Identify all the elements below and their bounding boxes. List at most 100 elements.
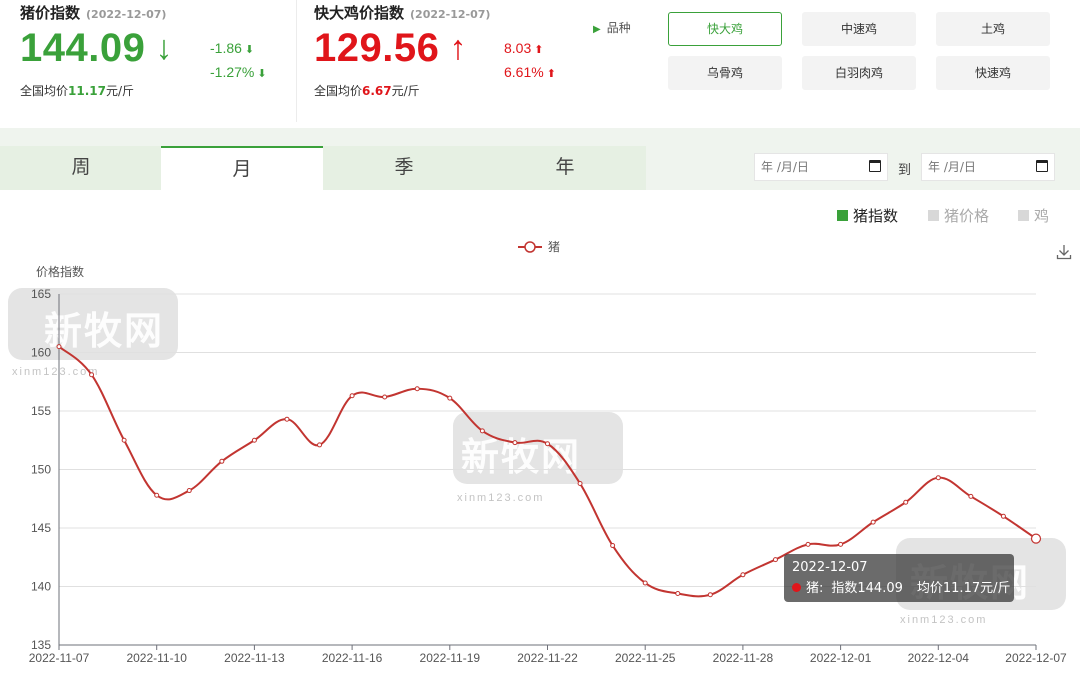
y-tick-label: 135 (31, 638, 51, 652)
variety-button-kuaisu[interactable]: 快速鸡 (936, 56, 1050, 90)
start-date-placeholder: 年 /月/日 (761, 160, 809, 174)
x-tick-label: 2022-11-07 (29, 651, 90, 665)
chicken-change-pct: 6.61% ⬆ (504, 64, 556, 80)
chicken-index-value: 129.56 ↑ (314, 26, 467, 71)
toggle-chicken-label: 鸡 (1034, 207, 1050, 225)
arrow-down-icon: ↓ (155, 29, 173, 67)
variety-label-text: 品种 (606, 21, 631, 35)
end-date-input[interactable]: 年 /月/日 (921, 153, 1055, 181)
variety-button-baiyu[interactable]: 白羽肉鸡 (802, 56, 916, 90)
chicken-avg-value: 6.67 (362, 84, 392, 98)
x-tick-label: 2022-12-01 (810, 651, 872, 665)
chicken-index-number: 129.56 (314, 26, 440, 70)
x-tick-label: 2022-11-13 (224, 651, 285, 665)
y-axis-label: 价格指数 (36, 264, 84, 279)
toggle-swatch (928, 210, 939, 221)
tooltip-date: 2022-12-07 (792, 560, 868, 575)
legend-marker (524, 241, 536, 253)
tab-week[interactable]: 周 (0, 146, 162, 190)
start-date-input[interactable]: 年 /月/日 (754, 153, 888, 181)
pig-change-pct: -1.27% ⬇ (210, 64, 267, 80)
x-tick-label: 2022-11-28 (713, 651, 774, 665)
data-point (186, 488, 192, 494)
arrow-up-icon: ↑ (449, 29, 467, 67)
variety-button-kuaida[interactable]: 快大鸡 (668, 12, 782, 46)
data-point (740, 572, 746, 578)
pig-card-title-text: 猪价指数 (20, 4, 81, 22)
data-point (675, 591, 681, 597)
data-point (707, 592, 713, 598)
x-tick-label: 2022-12-04 (908, 651, 970, 665)
chicken-card-date: (2022-12-07) (410, 8, 491, 21)
data-point (935, 475, 941, 481)
y-tick-label: 145 (31, 521, 51, 535)
x-tick-label: 2022-12-07 (1005, 651, 1067, 665)
variety-button-wugu[interactable]: 乌骨鸡 (668, 56, 782, 90)
data-point (414, 386, 420, 392)
arrow-up-icon: ⬆ (534, 44, 544, 56)
data-point (56, 344, 62, 350)
data-point (447, 395, 453, 401)
calendar-icon[interactable] (1036, 160, 1048, 172)
data-point (154, 492, 160, 498)
chicken-change-abs-value: 8.03 (504, 40, 532, 56)
tab-year[interactable]: 年 (484, 146, 646, 190)
data-point (317, 442, 323, 448)
x-tick-label: 2022-11-25 (615, 651, 676, 665)
x-tick-label: 2022-11-19 (420, 651, 481, 665)
data-point (512, 440, 518, 446)
period-tabs: 周 月 季 年 (0, 146, 646, 190)
data-point (382, 394, 388, 400)
data-point (1000, 513, 1006, 519)
pig-card-title: 猪价指数 (2022-12-07) (20, 2, 166, 23)
end-date-placeholder: 年 /月/日 (928, 160, 976, 174)
x-tick-label: 2022-11-10 (126, 651, 187, 665)
legend-label: 猪 (548, 240, 560, 254)
tab-quarter[interactable]: 季 (323, 146, 485, 190)
toggle-chicken[interactable]: 鸡 (1018, 205, 1049, 226)
chicken-card-title: 快大鸡价指数 (2022-12-07) (314, 2, 490, 23)
data-point (610, 543, 616, 549)
y-tick-label: 165 (31, 287, 51, 301)
download-icon[interactable] (1056, 244, 1072, 260)
data-point (968, 493, 974, 499)
arrow-down-icon: ⬇ (244, 44, 255, 56)
period-tab-bar: 周 月 季 年 (0, 128, 1080, 190)
data-point (284, 416, 290, 422)
arrow-up-icon: ⬆ (546, 68, 556, 80)
x-tick-label: 2022-11-22 (517, 651, 578, 665)
data-point (772, 557, 778, 563)
data-point (805, 541, 811, 547)
data-point (89, 372, 95, 378)
toggle-swatch (1018, 210, 1029, 221)
pig-change-abs: -1.86 ⬇ (210, 40, 254, 56)
toggle-pig-price[interactable]: 猪价格 (928, 205, 989, 226)
pig-index-card: 猪价指数 (2022-12-07) 144.09 ↓ -1.86 ⬇ -1.27% ⬇ … (20, 0, 296, 122)
triangle-right-icon: ▶ (593, 24, 601, 35)
y-tick-label: 140 (31, 580, 51, 594)
variety-button-tuji[interactable]: 土鸡 (936, 12, 1050, 46)
toggle-pig-index-label: 猪指数 (853, 207, 899, 225)
variety-button-zhongsu[interactable]: 中速鸡 (802, 12, 916, 46)
pig-change-pct-value: -1.27% (210, 64, 255, 80)
y-tick-label: 155 (31, 404, 51, 418)
data-point (870, 519, 876, 525)
calendar-icon[interactable] (869, 160, 881, 172)
highlighted-data-point (1030, 533, 1042, 544)
toggle-pig-index[interactable]: 猪指数 (837, 205, 898, 226)
pig-index-number: 144.09 (20, 26, 146, 70)
chicken-card-title-text: 快大鸡价指数 (314, 4, 405, 22)
date-range-to-label: 到 (898, 163, 912, 178)
chart-tooltip: 2022-12-07 猪: 指数144.09 均价11.17元/斤 (784, 554, 1014, 602)
data-point (219, 458, 225, 464)
data-point (251, 437, 257, 443)
chicken-avg-prefix: 全国均价 (314, 84, 363, 98)
price-index-line-chart: 价格指数 135 140 145 150 155 160 165 2022-11-07 2022-… (29, 240, 1067, 665)
tab-month[interactable]: 月 (161, 146, 323, 190)
x-tick-label: 2022-11-16 (322, 651, 383, 665)
pig-index-value: 144.09 ↓ (20, 26, 173, 71)
data-point (545, 441, 550, 447)
variety-label: ▶ 品种 (593, 19, 631, 36)
pig-change-abs-value: -1.86 (210, 40, 242, 56)
data-point (838, 541, 844, 547)
